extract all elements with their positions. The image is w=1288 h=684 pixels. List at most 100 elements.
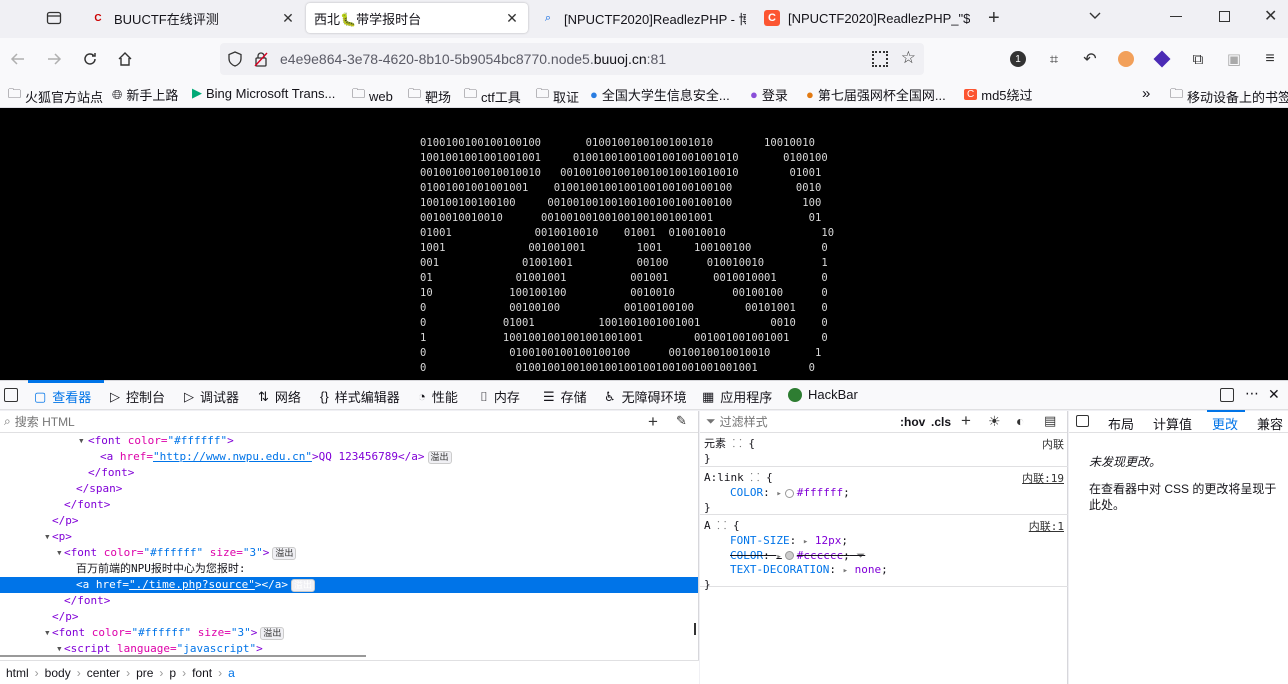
tab-style-editor[interactable]: {} 样式编辑器 xyxy=(320,387,400,406)
expand-toggle-icon[interactable]: ▾ xyxy=(44,625,51,641)
extension-diamond-icon[interactable] xyxy=(1150,47,1174,71)
selector-highlight-icon[interactable]: ⸬ xyxy=(744,471,766,484)
tab-memory[interactable]: ⌷ 内存 xyxy=(480,387,520,406)
markup-node[interactable]: </font> xyxy=(64,497,110,513)
tab-readlezphp-csdn[interactable]: C [NPUCTF2020]ReadlezPHP_"$ xyxy=(756,3,978,33)
css-rule[interactable]: A ⸬ {内联:1 FONT-SIZE: ▸ 12px; COLOR: ▸ #cccc… xyxy=(700,515,1068,591)
breadcrumb-item[interactable]: p xyxy=(169,666,176,680)
expand-toggle-icon[interactable]: ▾ xyxy=(44,529,51,545)
expand-toggle-icon[interactable]: ▾ xyxy=(56,545,63,561)
rule-source-link[interactable]: 内联 xyxy=(1042,436,1064,452)
bookmark-item[interactable]: ● 全国大学生信息安全... xyxy=(590,85,730,104)
bookmark-star-icon[interactable]: ☆ xyxy=(901,48,916,68)
overflow-badge[interactable]: 溢出 xyxy=(427,451,452,464)
bookmark-folder[interactable]: 🗀 web xyxy=(352,85,393,107)
markup-hscrollbar[interactable] xyxy=(0,655,366,657)
markup-scrollbar[interactable] xyxy=(694,623,696,635)
bookmark-item[interactable]: ● 登录 xyxy=(750,85,788,104)
tab-readlezphp-search[interactable]: ⌕ [NPUCTF2020]ReadlezPHP - 博 xyxy=(532,3,754,33)
breadcrumb-item[interactable]: body xyxy=(45,666,71,680)
extension-mascot-icon[interactable] xyxy=(1114,47,1138,71)
css-declaration[interactable]: TEXT-DECORATION: ▸ none; xyxy=(730,562,888,577)
crop-icon[interactable]: ⌗ xyxy=(1042,47,1066,71)
light-mode-icon[interactable]: ☀ xyxy=(988,413,1001,430)
tab-computed[interactable]: 计算值 xyxy=(1153,414,1192,433)
expand-triangle-icon[interactable]: ▸ xyxy=(776,552,781,562)
maximize-button[interactable] xyxy=(1219,11,1230,22)
list-tabs-button[interactable] xyxy=(1088,8,1104,24)
tab-accessibility[interactable]: ♿︎ 无障碍环境 xyxy=(604,387,687,406)
shield-icon[interactable] xyxy=(228,51,244,67)
url-bar[interactable]: e4e9e864-3e78-4620-8b10-5b9054bc8770.nod… xyxy=(220,43,924,75)
back-button[interactable] xyxy=(6,47,30,71)
hov-toggle[interactable]: :hov xyxy=(900,415,925,429)
tab-console[interactable]: ▷ 控制台 xyxy=(110,387,165,406)
bookmark-item[interactable]: 🗀 火狐官方站点 xyxy=(8,85,103,107)
markup-node[interactable]: </font> xyxy=(64,593,110,609)
tab-debugger[interactable]: ▷ 调试器 xyxy=(184,387,239,406)
firefox-view-button[interactable] xyxy=(44,8,64,28)
menu-hamburger-icon[interactable]: ≡ xyxy=(1258,47,1282,71)
tab-layout[interactable]: 布局 xyxy=(1108,414,1134,433)
breadcrumb-item[interactable]: center xyxy=(87,666,120,680)
expand-triangle-icon[interactable]: ▸ xyxy=(776,489,781,499)
selected-node[interactable]: <a href="./time.php?source"></a> 溢出 xyxy=(0,577,698,593)
tab-application[interactable]: ▦ 应用程序 xyxy=(702,387,772,406)
breadcrumb-item[interactable]: pre xyxy=(136,666,153,680)
tab-buuctf[interactable]: C BUUCTF在线评测 ✕ xyxy=(82,3,304,33)
href-link[interactable]: "http://www.nwpu.edu.cn" xyxy=(153,450,312,463)
tab-inspector[interactable]: ▢ 查看器 xyxy=(34,387,91,406)
markup-node[interactable]: 百万前端的NPU报时中心为您报时: xyxy=(76,561,246,577)
print-media-icon[interactable]: ▤ xyxy=(1044,413,1056,429)
bookmark-folder[interactable]: 🗀 ctf工具 xyxy=(464,85,521,107)
bookmark-item[interactable]: Cmd5绕过 xyxy=(964,85,1033,104)
forward-button[interactable] xyxy=(42,47,66,71)
color-swatch[interactable] xyxy=(784,488,794,498)
markup-node[interactable]: ▾ <font color="#ffffff" size="3"> 溢出 xyxy=(44,625,285,641)
element-picker-icon[interactable] xyxy=(4,388,18,402)
bookmark-folder[interactable]: 🗀 移动设备上的书签 xyxy=(1170,85,1288,107)
markup-node[interactable]: </p> xyxy=(52,513,79,529)
bookmark-item[interactable]: ▶ Bing Microsoft Trans... xyxy=(192,85,335,101)
search-html-input[interactable] xyxy=(14,414,615,429)
tab-network[interactable]: ⇅ 网络 xyxy=(258,387,301,406)
css-rule[interactable]: A:link ⸬ {内联:19 COLOR: ▸ #ffffff;} xyxy=(700,467,1068,515)
selector-highlight-icon[interactable]: ⸬ xyxy=(726,437,748,450)
css-declaration[interactable]: COLOR: ▸ #cccccc; ⏷ xyxy=(730,548,865,563)
sidebar-panel-icon[interactable]: ▣ xyxy=(1222,47,1246,71)
overflow-badge[interactable]: 溢出 xyxy=(272,547,297,560)
tab-performance[interactable]: ◔ 性能 xyxy=(418,387,458,406)
expand-toggle-icon[interactable]: ▾ xyxy=(78,433,85,449)
tab-hackbar[interactable]: HackBar xyxy=(788,387,858,402)
tab-npu-time[interactable]: 西北🐛带学报时台 ✕ xyxy=(306,3,528,33)
color-swatch[interactable] xyxy=(784,551,794,560)
rule-source-link[interactable]: 内联:19 xyxy=(1022,470,1064,486)
overflow-badge[interactable]: 溢出 xyxy=(290,579,315,592)
bookmark-folder[interactable]: 🗀 取证 xyxy=(536,85,579,107)
extensions-puzzle-icon[interactable]: ⧉ xyxy=(1186,47,1210,71)
eyedropper-icon[interactable]: ✎ xyxy=(676,413,687,429)
extension-badge-button[interactable]: 1 xyxy=(1006,47,1030,71)
close-tab-icon[interactable]: ✕ xyxy=(280,10,296,27)
css-declaration[interactable]: COLOR: ▸ #ffffff; xyxy=(730,485,850,500)
insecure-lock-icon[interactable] xyxy=(254,51,270,67)
breadcrumb-item[interactable]: a xyxy=(228,666,235,680)
markup-node[interactable]: </p> xyxy=(52,609,79,625)
home-button[interactable] xyxy=(113,47,137,71)
dock-side-icon[interactable] xyxy=(1220,388,1234,402)
rule-source-link[interactable]: 内联:1 xyxy=(1029,518,1064,534)
undo-icon[interactable]: ↶ xyxy=(1078,47,1102,71)
selector-highlight-icon[interactable]: ⸬ xyxy=(711,519,733,532)
bookmark-folder[interactable]: 🗀 靶场 xyxy=(408,85,451,107)
bookmark-item[interactable]: 🌐︎ 新手上路 xyxy=(112,85,178,104)
tab-storage[interactable]: ☰ 存储 xyxy=(543,387,587,406)
close-window-button[interactable]: ✕ xyxy=(1264,6,1277,26)
breadcrumb-item[interactable]: html xyxy=(6,666,29,680)
new-tab-button[interactable]: + xyxy=(988,7,1000,30)
breadcrumb-item[interactable]: font xyxy=(192,666,212,680)
filter-styles-input[interactable] xyxy=(719,414,870,429)
markup-node[interactable]: ▾ <font color="#ffffff"> xyxy=(78,433,234,449)
more-bookmarks-chevron-icon[interactable]: » xyxy=(1142,85,1150,102)
css-declaration[interactable]: FONT-SIZE: ▸ 12px; xyxy=(730,533,848,548)
add-node-icon[interactable]: + xyxy=(648,412,658,432)
